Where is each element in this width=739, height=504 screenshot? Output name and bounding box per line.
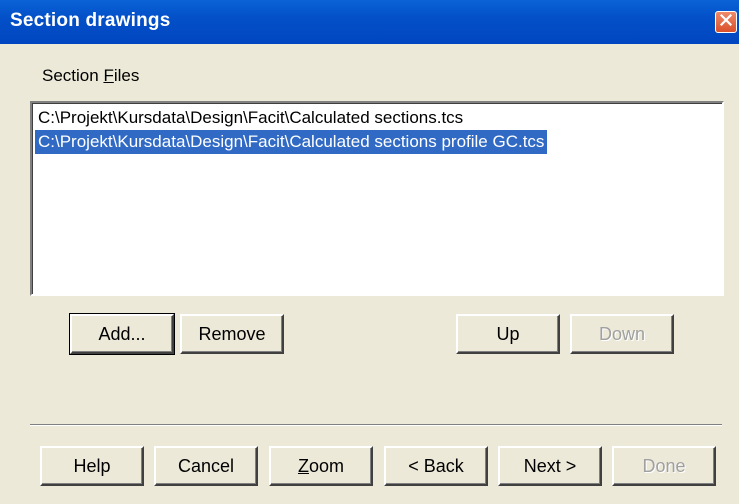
cancel-button[interactable]: Cancel	[154, 446, 258, 486]
section-files-label-mnemonic: F	[103, 66, 114, 85]
window-title: Section drawings	[10, 10, 171, 31]
close-icon	[719, 13, 733, 31]
dialog-body: Section Files C:\Projekt\Kursdata\Design…	[0, 44, 739, 504]
zoom-button[interactable]: Zoom	[269, 446, 373, 486]
section-files-label-suffix: iles	[113, 66, 140, 85]
remove-button[interactable]: Remove	[180, 314, 284, 354]
done-button[interactable]: Done	[612, 446, 716, 486]
list-item-selected[interactable]: C:\Projekt\Kursdata\Design\Facit\Calcula…	[35, 130, 548, 154]
footer-separator	[30, 424, 722, 426]
close-button[interactable]	[715, 11, 737, 33]
back-button[interactable]: < Back	[384, 446, 488, 486]
zoom-label-rest: oom	[308, 455, 344, 476]
down-button[interactable]: Down	[570, 314, 674, 354]
next-button[interactable]: Next >	[498, 446, 602, 486]
add-button[interactable]: Add...	[69, 313, 175, 355]
zoom-mnemonic: Z	[297, 455, 309, 476]
title-bar[interactable]: Section drawings	[0, 0, 739, 44]
section-files-listbox[interactable]: C:\Projekt\Kursdata\Design\Facit\Calcula…	[30, 101, 724, 296]
list-item[interactable]: C:\Projekt\Kursdata\Design\Facit\Calcula…	[35, 106, 466, 130]
section-drawings-dialog: Section drawings Section Files C:\Projek…	[0, 0, 739, 504]
section-files-label-prefix: Section	[42, 66, 104, 85]
up-button[interactable]: Up	[456, 314, 560, 354]
section-files-label: Section Files	[42, 66, 139, 86]
help-button[interactable]: Help	[40, 446, 144, 486]
